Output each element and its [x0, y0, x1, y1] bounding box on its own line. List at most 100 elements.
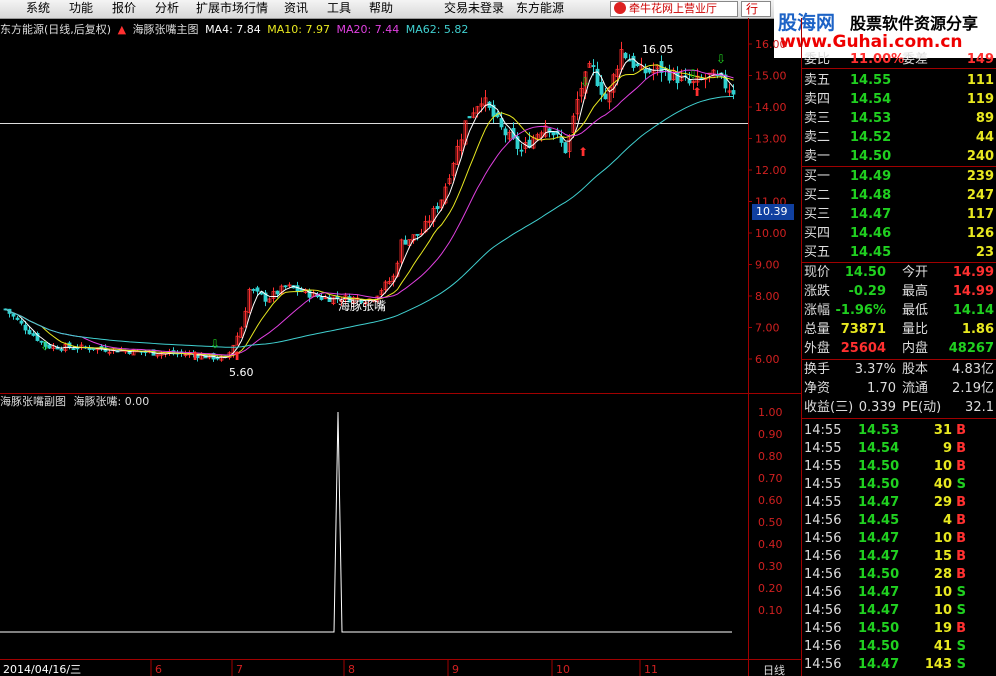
menu-quote[interactable]: 报价 [112, 1, 136, 16]
quote-cell: 1.70 [867, 381, 896, 396]
quote-cell: 量比 [902, 322, 929, 337]
quote-cell: 最低 [902, 303, 929, 318]
quote-cell: 143 [924, 657, 952, 672]
quote-cell: S [956, 477, 966, 492]
logo-url: www.Guhai.com.cn [780, 32, 963, 52]
menu-tools[interactable]: 工具 [327, 1, 351, 16]
quote-cell: 买四 [804, 226, 831, 241]
ma62-value: MA62: 5.82 [405, 23, 469, 36]
quote-cell: 14.54 [850, 92, 892, 107]
quote-cell: 涨幅 [804, 303, 831, 318]
quote-cell: 1.86 [961, 322, 994, 337]
menu-extended-market[interactable]: 扩展市场行情 [196, 1, 268, 16]
quote-cell: 149 [966, 52, 994, 67]
stat-row: 总量 73871 量比 1.86 [802, 320, 996, 339]
price-tick-label: 9.00 [755, 259, 780, 272]
quote-cell: S [956, 585, 966, 600]
bid-row: 买三 14.47 117 [802, 205, 996, 224]
tick-row: 14:56 14.50 28 B [802, 565, 996, 584]
quote-cell: 14:56 [804, 567, 842, 582]
quote-cell: 流通 [902, 381, 929, 396]
quote-cell: 卖三 [804, 111, 831, 126]
quote-cell: -0.29 [848, 284, 886, 299]
divider [802, 418, 996, 419]
quote-cell: B [956, 549, 966, 564]
quote-cell: 14:55 [804, 423, 842, 438]
candle-body [11, 313, 16, 317]
quote-cell: B [956, 441, 966, 456]
quote-cell: 111 [966, 73, 994, 88]
quote-cell: 14.55 [850, 73, 892, 88]
quote-cell: 14.54 [858, 441, 900, 456]
sub-tick-label: 0.40 [758, 538, 783, 551]
period-label[interactable]: 日线 [763, 663, 785, 676]
quote-cell: 15 [933, 549, 952, 564]
quote-cell: 10 [933, 459, 952, 474]
flower-icon [614, 2, 626, 14]
menu-system[interactable]: 系统 [26, 1, 50, 16]
sell-arrow-icon: ⇩ [210, 337, 220, 351]
candle-body [71, 348, 76, 351]
menu-trade-login[interactable]: 交易未登录 [444, 1, 504, 16]
indicator-title: 海豚张嘴主图 [132, 23, 199, 36]
quote-cell: 126 [966, 226, 994, 241]
menu-function[interactable]: 功能 [69, 1, 93, 16]
price-tick-label: 12.00 [755, 164, 787, 177]
candle-body [19, 320, 24, 324]
candle-body [255, 287, 260, 292]
stock-title: 东方能源(日线,后复权) [0, 23, 112, 36]
menu-help[interactable]: 帮助 [369, 1, 393, 16]
logo-slogan: 股票软件资源分享 [850, 14, 979, 33]
bid-row: 买五 14.45 23 [802, 243, 996, 262]
crosshair-price-box: 10.39 [752, 204, 794, 220]
fundamental-row: 净资 1.70 流通 2.19亿 [802, 379, 996, 398]
buy-arrow-icon: ⬆ [190, 349, 200, 363]
quote-cell: 19 [933, 621, 952, 636]
ask-row: 卖三 14.53 89 [802, 109, 996, 128]
menu-news[interactable]: 资讯 [284, 1, 308, 16]
quote-cell: 14.45 [858, 513, 900, 528]
quote-cell: 外盘 [804, 341, 831, 356]
tick-row: 14:55 14.50 40 S [802, 475, 996, 494]
quote-cell: 今开 [902, 265, 929, 280]
quote-cell: B [956, 513, 966, 528]
quote-cell: 股本 [902, 362, 929, 377]
menu-stock-name[interactable]: 东方能源 [516, 1, 564, 16]
quote-cell: 14:55 [804, 441, 842, 456]
quote-cell: 14:56 [804, 603, 842, 618]
quote-cell: S [956, 603, 966, 618]
chart-canvas[interactable]: ⇩⬆ ⬆⇩⬆⇩⬆⇩⇩ 16.0015.0014.0013.0012.0011.00… [0, 18, 802, 676]
broker-button[interactable]: 牵牛花网上营业厅 [610, 1, 738, 17]
quote-cell: 40 [933, 477, 952, 492]
month-label: 8 [348, 663, 355, 676]
quote-cell: B [956, 423, 966, 438]
fundamental-row: 收益(三) 0.339 PE(动) 32.1 [802, 398, 996, 417]
quote-cell: 内盘 [902, 341, 929, 356]
quote-cell: 14:56 [804, 585, 842, 600]
buy-arrow-icon: ⬆ [578, 145, 588, 159]
menu-analysis[interactable]: 分析 [155, 1, 179, 16]
candle-body [643, 68, 648, 74]
quote-cell: 14.47 [850, 207, 892, 222]
quote-cell: 247 [966, 188, 994, 203]
quote-cell: 14.99 [952, 284, 994, 299]
ma4-value: MA4: 7.84 [205, 23, 261, 36]
candle-body [275, 290, 280, 295]
quote-cell: 14:55 [804, 477, 842, 492]
quote-cell: 73871 [840, 322, 886, 337]
sub-tick-label: 0.80 [758, 450, 783, 463]
broker-label: 牵牛花网上营业厅 [629, 2, 717, 15]
quote-cell: 89 [975, 111, 994, 126]
quote-cell: 31 [933, 423, 952, 438]
tick-row: 14:55 14.53 31 B [802, 421, 996, 440]
quote-cell: 9 [942, 441, 952, 456]
quote-cell: 32.1 [965, 400, 994, 415]
stat-row: 涨幅 -1.96% 最低 14.14 [802, 301, 996, 320]
quote-cell: 现价 [804, 265, 831, 280]
quote-cell: 117 [966, 207, 994, 222]
quote-cell: S [956, 657, 966, 672]
quote-cell: -1.96% [835, 303, 887, 318]
row-button[interactable]: 行 [741, 1, 771, 17]
price-tick-label: 15.00 [755, 70, 787, 83]
quote-cell: 14.47 [858, 657, 900, 672]
